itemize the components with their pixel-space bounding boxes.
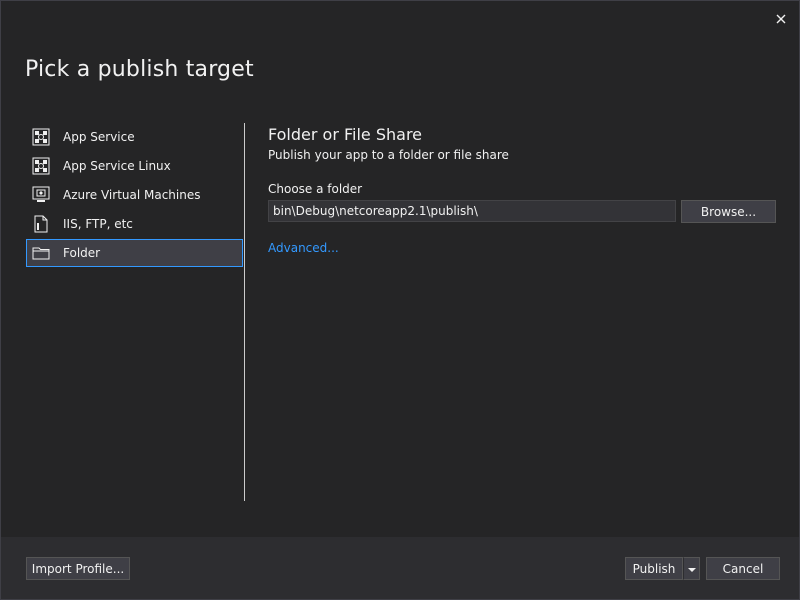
dialog-title: Pick a publish target — [25, 57, 254, 82]
sidebar-item-label: IIS, FTP, etc — [63, 217, 133, 231]
sidebar-item-folder[interactable]: Folder — [26, 239, 243, 267]
target-details-panel: Folder or File Share Publish your app to… — [268, 125, 778, 255]
sidebar-item-azure-virtual-machines[interactable]: Azure Virtual Machines — [26, 181, 243, 209]
publish-button[interactable]: Publish — [625, 557, 683, 580]
publish-dialog: Pick a publish target App Service App Se… — [0, 0, 800, 600]
panel-divider — [244, 123, 245, 501]
document-icon — [32, 215, 50, 233]
target-list: App Service App Service Linux Azure Virt… — [26, 123, 243, 268]
sidebar-item-label: App Service — [63, 130, 135, 144]
cancel-button[interactable]: Cancel — [706, 557, 780, 580]
virtual-machine-icon — [32, 186, 50, 204]
publish-dropdown-button[interactable] — [683, 557, 700, 580]
close-icon[interactable] — [773, 11, 789, 27]
sidebar-item-label: App Service Linux — [63, 159, 171, 173]
advanced-link[interactable]: Advanced... — [268, 241, 339, 255]
sidebar-item-app-service-linux[interactable]: App Service Linux — [26, 152, 243, 180]
panel-title: Folder or File Share — [268, 125, 423, 144]
sidebar-item-label: Azure Virtual Machines — [63, 188, 201, 202]
app-service-linux-icon — [32, 157, 50, 175]
sidebar-item-app-service[interactable]: App Service — [26, 123, 243, 151]
panel-subtitle: Publish your app to a folder or file sha… — [268, 148, 509, 162]
chevron-down-icon — [687, 562, 696, 576]
app-service-icon — [32, 128, 50, 146]
folder-icon — [32, 244, 50, 262]
choose-folder-label: Choose a folder — [268, 182, 363, 196]
sidebar-item-iis-ftp[interactable]: IIS, FTP, etc — [26, 210, 243, 238]
folder-path-input[interactable] — [268, 200, 676, 222]
sidebar-item-label: Folder — [63, 246, 101, 260]
dialog-footer: Import Profile... Publish Cancel — [1, 537, 799, 599]
browse-button[interactable]: Browse... — [681, 200, 776, 223]
import-profile-button[interactable]: Import Profile... — [26, 557, 130, 580]
